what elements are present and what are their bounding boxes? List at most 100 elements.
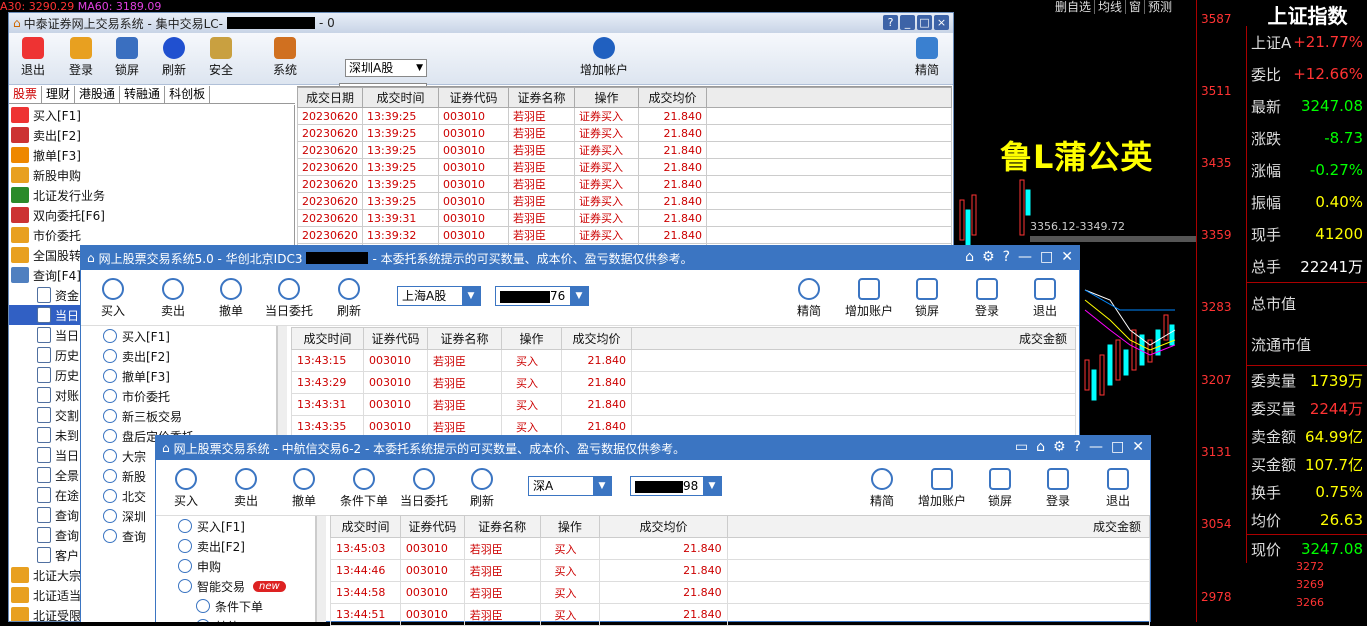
add-account-button[interactable]: 增加帐户 (579, 37, 629, 78)
toolbar-button[interactable]: 撤单 (276, 468, 332, 509)
tree-item[interactable]: 新股申购 (9, 165, 294, 185)
tree-item[interactable]: 条件下单 (156, 596, 315, 616)
tree-item[interactable]: 市价委托 (9, 225, 294, 245)
ma-button[interactable]: 均线 (1094, 0, 1125, 14)
column-header[interactable]: 成交金额 (631, 327, 1076, 350)
tree-item[interactable]: 买入[F1] (156, 516, 315, 536)
tree-item[interactable]: 北证发行业务 (9, 185, 294, 205)
table-row[interactable]: 13:44:58 003010 若羽臣 买入 21.840 (330, 581, 1151, 604)
message-icon[interactable]: ▭ (1015, 439, 1028, 455)
tree-item[interactable]: 买入[F1] (9, 105, 294, 125)
tree-item[interactable]: 卖出[F2] (9, 125, 294, 145)
tree-item[interactable]: 其他 (156, 616, 315, 622)
table-row[interactable]: 20230620 13:39:25 003010 若羽臣 证券买入 21.840 (297, 124, 952, 142)
toolbar-button[interactable]: 撤单 (203, 278, 259, 319)
toolbar-button[interactable]: 刷新 (454, 468, 510, 509)
toolbar-button[interactable]: 精简 (781, 278, 837, 319)
maximize-icon[interactable]: □ (917, 15, 932, 30)
toolbar-button[interactable]: 当日委托 (261, 278, 317, 319)
tab-0[interactable]: 股票 (9, 86, 43, 103)
toolbar-button[interactable]: 增加账户 (914, 468, 970, 509)
column-header[interactable]: 证券代码 (363, 327, 428, 350)
table-row[interactable]: 20230620 13:39:25 003010 若羽臣 证券买入 21.840 (297, 158, 952, 176)
column-header[interactable]: 成交金额 (726, 515, 1151, 538)
toolbar-button[interactable]: 退出 (1017, 278, 1073, 319)
toolbar-button[interactable]: 买入 (85, 278, 141, 319)
toolbar-button[interactable]: 锁屏 (972, 468, 1028, 509)
tree-item[interactable]: 市价委托 (81, 386, 276, 406)
account-select[interactable]: 98 ▼ (630, 476, 722, 496)
tree-item[interactable]: 卖出[F2] (156, 536, 315, 556)
tree-item[interactable]: 卖出[F2] (81, 346, 276, 366)
toolbar-button[interactable]: 买入 (158, 468, 214, 509)
tree-item[interactable]: 撤单[F3] (81, 366, 276, 386)
table-row[interactable]: 20230620 13:39:31 003010 若羽臣 证券买入 21.840 (297, 209, 952, 227)
settings-icon[interactable]: ⚙ (1053, 439, 1066, 455)
tree-scrollbar[interactable] (316, 516, 326, 622)
table-row[interactable]: 20230620 13:39:25 003010 若羽臣 证券买入 21.840 (297, 175, 952, 193)
close-icon[interactable]: ✕ (1061, 249, 1073, 265)
maximize-icon[interactable]: □ (1040, 249, 1053, 265)
column-header[interactable]: 成交时间 (291, 327, 364, 350)
column-header[interactable]: 证券名称 (508, 87, 575, 108)
minimize-icon[interactable]: _ (900, 15, 915, 30)
table-row[interactable]: 20230620 13:39:25 003010 若羽臣 证券买入 21.840 (297, 192, 952, 210)
exit-button[interactable]: 退出 (11, 37, 55, 78)
help-icon[interactable]: ? (1074, 439, 1081, 455)
toolbar-button[interactable]: 刷新 (321, 278, 377, 319)
column-header[interactable]: 证券代码 (438, 87, 509, 108)
table-row[interactable]: 13:44:46 003010 若羽臣 买入 21.840 (330, 559, 1151, 582)
table-row[interactable]: 13:44:51 003010 若羽臣 买入 21.840 (330, 603, 1151, 626)
toolbar-button[interactable]: 退出 (1090, 468, 1146, 509)
column-header[interactable]: 成交均价 (561, 327, 632, 350)
toolbar-button[interactable]: 增加账户 (841, 278, 897, 319)
tree-item[interactable]: 新三板交易 (81, 406, 276, 426)
settings-icon[interactable]: ⚙ (982, 249, 995, 265)
toolbar-button[interactable]: 登录 (1030, 468, 1086, 509)
column-header[interactable]: 成交日期 (297, 87, 363, 108)
security-button[interactable]: 安全 (199, 37, 243, 78)
toolbar-button[interactable]: 卖出 (218, 468, 274, 509)
table-row[interactable]: 20230620 13:39:25 003010 若羽臣 证券买入 21.840 (297, 107, 952, 125)
table-row[interactable]: 13:43:29 003010 若羽臣 买入 21.840 (291, 371, 1076, 394)
toolbar-button[interactable]: 锁屏 (899, 278, 955, 319)
column-header[interactable]: 成交时间 (330, 515, 401, 538)
tree-item[interactable]: 智能交易 new (156, 576, 315, 596)
tab-4[interactable]: 科创板 (165, 86, 211, 103)
toolbar-button[interactable]: 条件下单 (336, 468, 392, 509)
window-button[interactable]: 窗 (1125, 0, 1144, 14)
column-header[interactable]: 证券名称 (427, 327, 502, 350)
toolbar-button[interactable]: 卖出 (145, 278, 201, 319)
skin-icon[interactable]: ⌂ (1036, 439, 1045, 455)
column-header[interactable]: 成交时间 (362, 87, 439, 108)
tree-item[interactable]: 买入[F1] (81, 326, 276, 346)
del-fav-button[interactable]: 删自选 (1052, 0, 1094, 14)
minimize-icon[interactable]: — (1089, 439, 1103, 455)
help-icon[interactable]: ? (1003, 249, 1010, 265)
tab-1[interactable]: 理财 (42, 86, 76, 103)
table-row[interactable]: 20230620 13:39:32 003010 若羽臣 证券买入 21.840 (297, 226, 952, 244)
forecast-button[interactable]: 预测 (1144, 0, 1175, 14)
column-header[interactable]: 操作 (501, 327, 562, 350)
close-icon[interactable]: × (934, 15, 949, 30)
column-header[interactable]: 操作 (539, 515, 601, 538)
column-header[interactable]: 成交均价 (638, 87, 707, 108)
login-button[interactable]: 登录 (59, 37, 103, 78)
tab-2[interactable]: 港股通 (75, 86, 121, 103)
minimize-icon[interactable]: — (1018, 249, 1032, 265)
toolbar-button[interactable]: 当日委托 (396, 468, 452, 509)
market-select[interactable]: 深A ▼ (528, 476, 612, 496)
column-header[interactable]: 证券名称 (463, 515, 541, 538)
table-row[interactable]: 13:45:03 003010 若羽臣 买入 21.840 (330, 537, 1151, 560)
refresh-button[interactable]: 刷新 (152, 37, 196, 78)
system-button[interactable]: 系统 (263, 37, 307, 78)
tree-item[interactable]: 申购 (156, 556, 315, 576)
maximize-icon[interactable]: □ (1111, 439, 1124, 455)
skin-icon[interactable]: ⌂ (965, 249, 974, 265)
tree-item[interactable]: 撤单[F3] (9, 145, 294, 165)
toolbar-button[interactable]: 登录 (959, 278, 1015, 319)
table-row[interactable]: 20230620 13:39:25 003010 若羽臣 证券买入 21.840 (297, 141, 952, 159)
toolbar-button[interactable]: 精简 (854, 468, 910, 509)
lock-button[interactable]: 锁屏 (105, 37, 149, 78)
column-header[interactable]: 证券代码 (399, 515, 465, 538)
